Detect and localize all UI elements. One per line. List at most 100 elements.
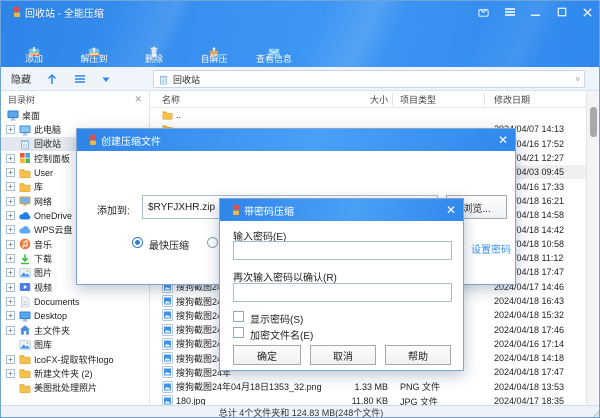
up-level-icon[interactable] [45, 72, 59, 86]
file-name: 180.jpg [176, 396, 206, 405]
tree-expander-icon[interactable]: + [6, 211, 15, 220]
hide-panel-button[interactable]: 隐藏 [11, 71, 31, 86]
sidebar-item-label: User [34, 168, 53, 178]
file-type-cell: PNG 文件 [400, 380, 440, 394]
recycle-icon [19, 138, 31, 150]
box-icon [208, 39, 220, 51]
sidebar-item-label: 美图批处理照片 [34, 381, 97, 394]
table-row[interactable]: 搜狗截图24年04月18日1353_32.png1.33 MBPNG 文件202… [150, 380, 586, 394]
sidebar-item-label: 此电脑 [34, 123, 61, 136]
toolbar-delete-button[interactable]: 删除 [127, 25, 181, 65]
create-dialog-close-icon[interactable]: ✕ [498, 134, 508, 146]
column-header-name[interactable]: 名称 [162, 91, 180, 107]
status-summary: 总计 4个文件夹和 124.83 MB(248个文件) [219, 406, 384, 418]
sidebar-item-图库[interactable]: 图库 [1, 338, 149, 352]
help-button[interactable]: 帮助 [385, 345, 451, 365]
minimize-icon[interactable] [529, 6, 542, 19]
table-row[interactable]: 180.jpg11.80 KBJPG 文件2024/04/17 18:35 [150, 394, 586, 405]
sidebar-item-label: 网络 [34, 195, 52, 208]
tree-expander-icon[interactable]: + [6, 369, 15, 378]
sidebar-item-label: 库 [34, 180, 43, 193]
sidebar-item-label: IcoFX-提取软件logo [34, 353, 114, 366]
tree-expander-icon[interactable]: + [6, 297, 15, 306]
address-bar[interactable]: 回收站 ˅ [153, 70, 585, 88]
tree-expander-icon[interactable]: + [6, 125, 15, 134]
menu-icon[interactable] [503, 6, 516, 19]
tree-expander-icon[interactable]: + [6, 326, 15, 335]
sidebar-item-label: OneDrive [34, 211, 72, 221]
file-name-cell: 搜狗截图24年04月18日1353_32.png [162, 380, 322, 394]
show-password-checkbox[interactable] [233, 311, 244, 322]
address-dropdown-icon[interactable]: ˅ [575, 75, 580, 84]
video-icon [19, 281, 31, 293]
file-date-cell: 2024/04/18 15:32 [494, 308, 564, 322]
confirm-password-input[interactable] [233, 283, 452, 302]
file-date-cell: 2024/04/18 17:47 [494, 365, 564, 379]
skin-icon[interactable] [477, 6, 490, 19]
scrollbar-thumb[interactable] [590, 107, 597, 137]
tree-expander-icon[interactable]: + [6, 168, 15, 177]
view-dropdown-icon[interactable] [101, 74, 111, 84]
tree-expander-icon[interactable]: + [6, 197, 15, 206]
sidebar-item-新建文件夹 (2)[interactable]: +新建文件夹 (2) [1, 366, 149, 380]
sidebar-item-桌面[interactable]: 桌面 [1, 108, 149, 122]
folder-icon [19, 167, 31, 179]
image-icon [162, 338, 173, 350]
toolbar-add-button[interactable]: 添加 [7, 25, 61, 65]
second-compression-radio[interactable] [207, 237, 218, 248]
sidebar-item-主文件夹[interactable]: +主文件夹 [1, 323, 149, 337]
view-list-icon[interactable] [73, 72, 87, 86]
sidebar-item-Desktop[interactable]: + Desktop [1, 309, 149, 323]
sidebar-item-label: Desktop [34, 311, 67, 321]
set-password-link[interactable]: 设置密码 [471, 241, 511, 256]
tree-expander-icon[interactable]: + [6, 240, 15, 249]
password-dialog-close-icon[interactable]: ✕ [446, 204, 456, 216]
trash-icon [148, 39, 160, 51]
tree-expander-icon[interactable]: + [6, 182, 15, 191]
tree-expander-icon[interactable]: + [6, 283, 15, 292]
encrypt-names-checkbox[interactable] [233, 327, 244, 338]
tree-close-icon[interactable]: ✕ [134, 94, 142, 105]
sidebar-item-label: 图库 [34, 338, 52, 351]
tree-expander-icon[interactable]: + [6, 225, 15, 234]
toolbar-info-button[interactable]: 查看信息 [247, 25, 301, 65]
tree-spacer [6, 139, 15, 148]
sidebar-item-label: 下载 [34, 252, 52, 265]
column-header-type[interactable]: 项目类型 [400, 91, 436, 107]
sidebar-item-美图批处理照片[interactable]: 美图批处理照片 [1, 381, 149, 395]
table-row[interactable]: .. [150, 108, 586, 122]
tree-expander-icon[interactable]: + [6, 311, 15, 320]
tree-expander-icon[interactable]: + [6, 268, 15, 277]
address-text: 回收站 [173, 73, 200, 86]
toolbar-info-label: 查看信息 [256, 52, 292, 65]
maximize-icon[interactable] [555, 6, 568, 19]
close-icon[interactable] [581, 6, 594, 19]
cancel-button[interactable]: 取消 [310, 345, 376, 365]
column-header-date[interactable]: 修改日期 [494, 91, 530, 107]
sidebar-item-IcoFX-提取软件logo[interactable]: + IcoFX-提取软件logo [1, 352, 149, 366]
password-input[interactable] [233, 241, 452, 260]
toolbar: 添加解压到删除自解压查看信息 [7, 25, 301, 65]
toolbar-extract-button[interactable]: 解压到 [67, 25, 121, 65]
image-icon [162, 395, 173, 405]
tree-expander-icon[interactable]: + [6, 154, 15, 163]
fastest-compression-radio[interactable] [132, 237, 143, 248]
tree-header: 目录树 ✕ [1, 91, 149, 108]
music-icon [19, 238, 31, 250]
home-icon [19, 324, 31, 336]
archive-up-icon [88, 39, 100, 51]
grid-icon [19, 152, 31, 164]
tree-expander-icon[interactable]: + [6, 254, 15, 263]
ok-button[interactable]: 确定 [233, 345, 301, 365]
tree-expander-icon[interactable]: + [6, 355, 15, 364]
resize-grip-icon[interactable] [592, 410, 600, 418]
toolbar-sfx-button[interactable]: 自解压 [187, 25, 241, 65]
picture-icon [19, 339, 31, 351]
sidebar-item-label: 音乐 [34, 238, 52, 251]
list-header: 名称 大小 项目类型 修改日期 [150, 91, 586, 108]
vertical-scrollbar[interactable] [586, 91, 599, 405]
column-header-size[interactable]: 大小 [370, 91, 388, 107]
sidebar-item-Documents[interactable]: +Documents [1, 294, 149, 308]
file-date-cell: 2024/04/18 14:18 [494, 351, 564, 365]
file-name-cell: 180.jpg [162, 394, 206, 405]
